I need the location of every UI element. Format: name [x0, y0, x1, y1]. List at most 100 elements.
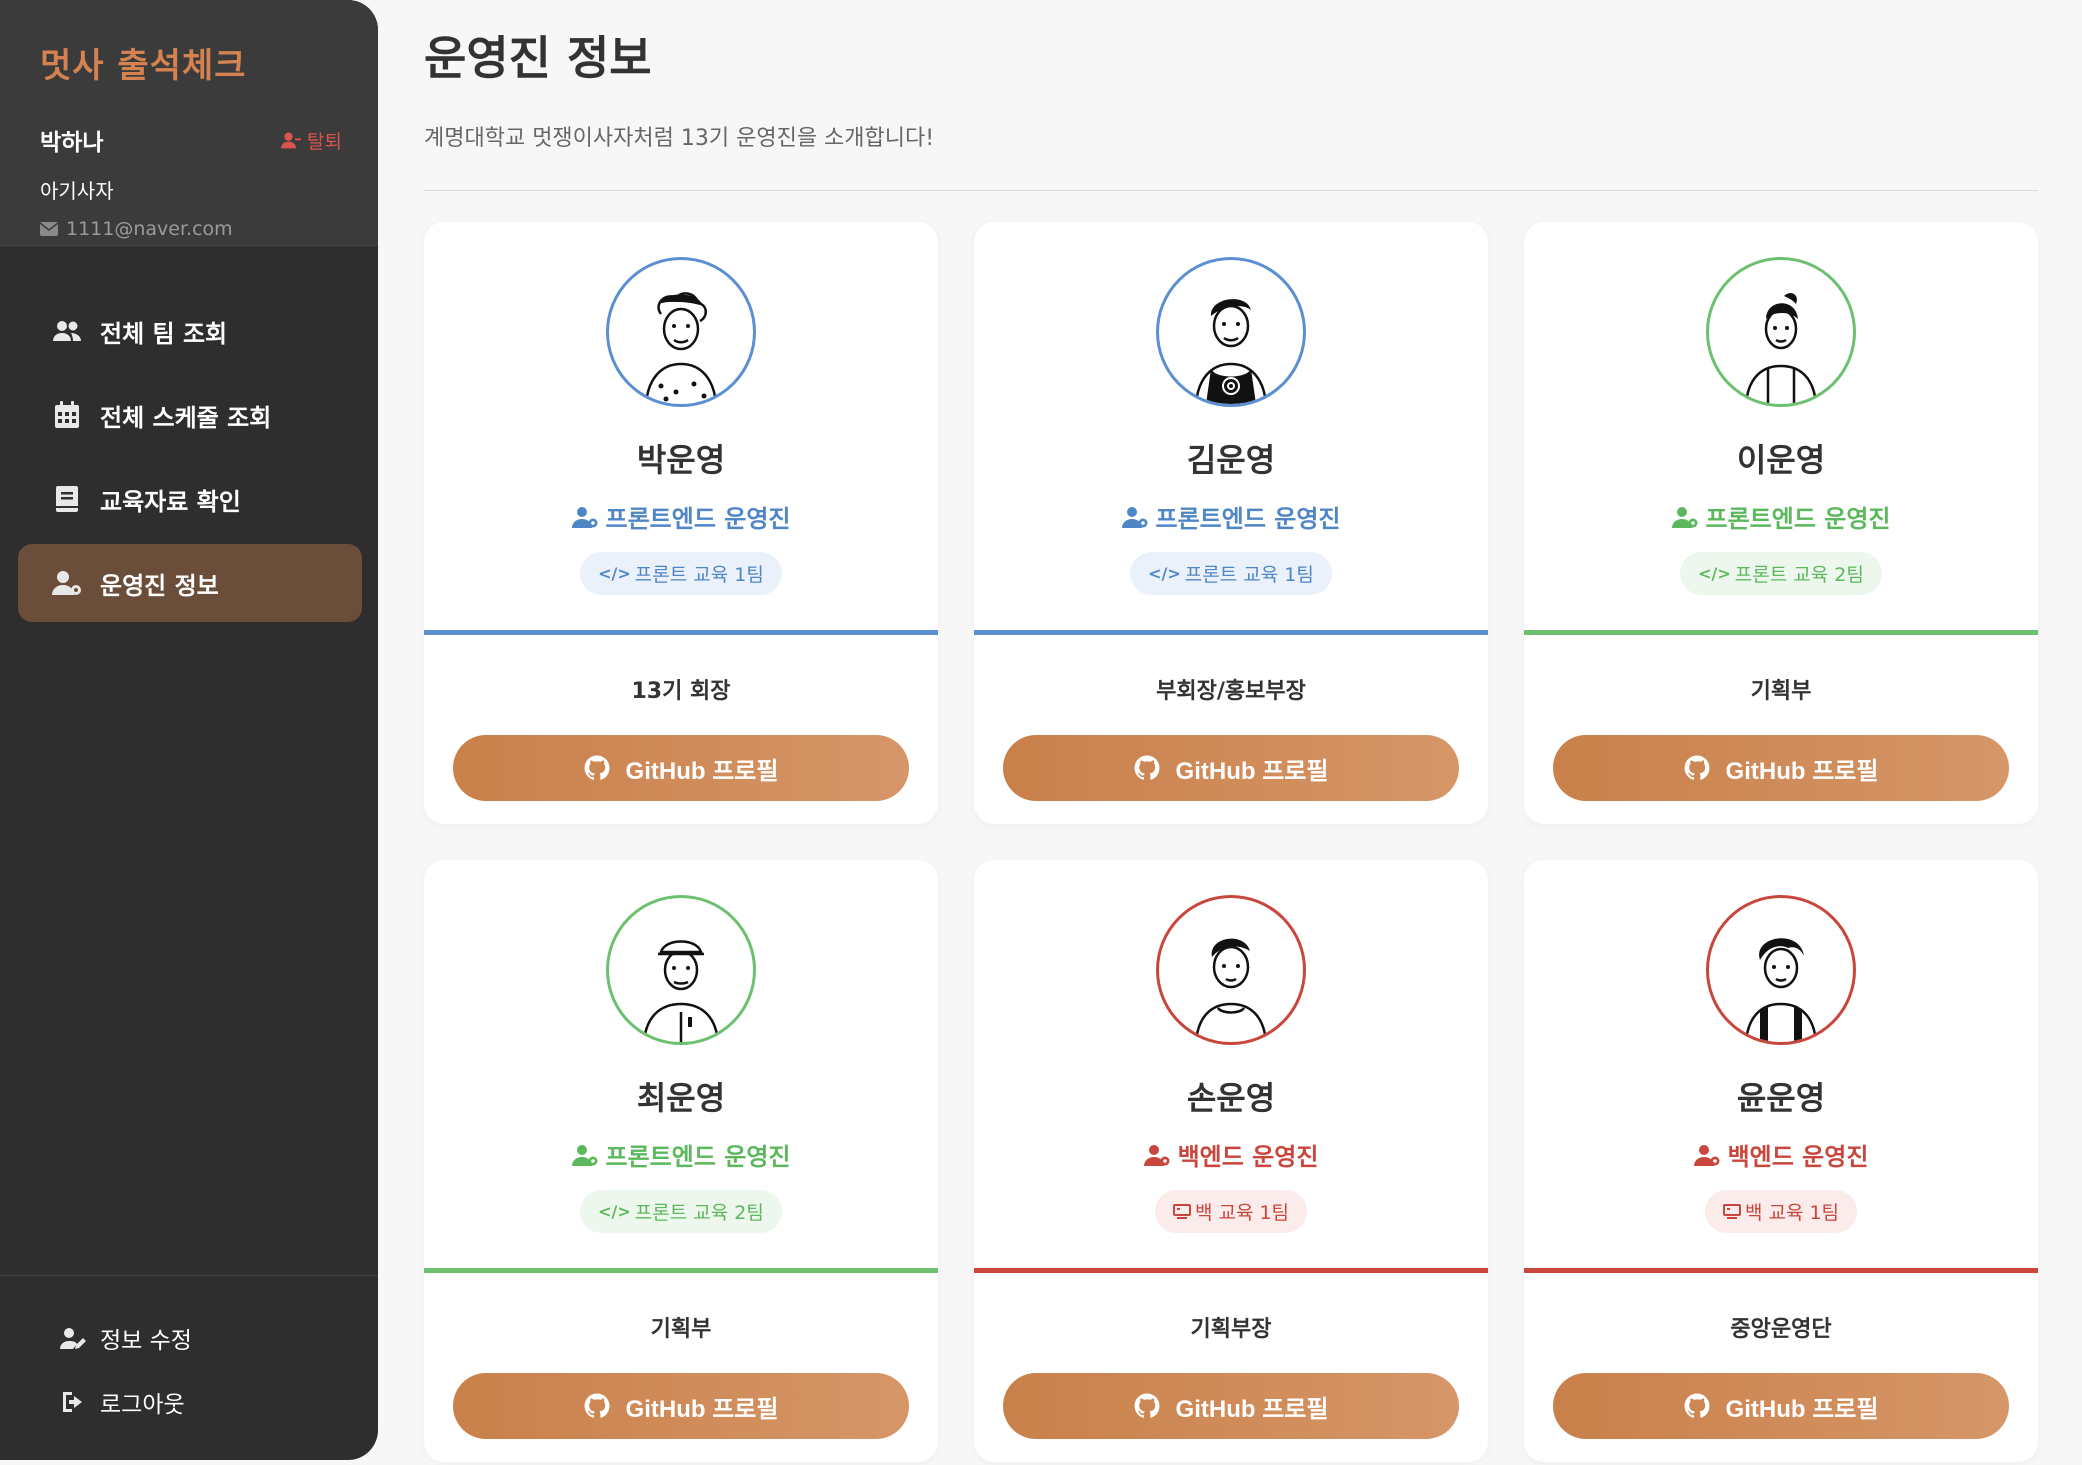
- avatar-illustration: [642, 940, 720, 1042]
- page-subtitle: 계명대학교 멋쟁이사자처럼 13기 운영진을 소개합니다!: [424, 126, 935, 151]
- github-profile-button[interactable]: GitHub 프로필: [1553, 735, 2009, 801]
- sidebar: 멋사 출석체크 박하나 탈퇴 아기사자 1111@naver.com 전체 팀 …: [0, 0, 378, 1460]
- github-icon: [584, 1393, 610, 1418]
- staff-position: 중앙운영단: [1730, 1317, 1832, 1342]
- sidebar-item-label: 전체 팀 조회: [100, 319, 228, 348]
- edit-profile-link[interactable]: 정보 수정: [60, 1306, 378, 1370]
- staff-card: 이운영 프론트엔드 운영진 </> 프론트 교육 2팀 기획부 GitHub 프…: [1524, 222, 2038, 824]
- logout-label: 로그아웃: [100, 1392, 185, 1418]
- user-gear-icon: [1671, 506, 1697, 528]
- staff-role: 프론트엔드 운영진: [571, 499, 791, 534]
- staff-role: 백엔드 운영진: [1143, 1137, 1318, 1172]
- team-badge: </> 프론트 교육 2팀: [580, 1190, 782, 1233]
- withdraw-button[interactable]: 탈퇴: [281, 127, 342, 154]
- github-profile-button[interactable]: GitHub 프로필: [453, 735, 909, 801]
- github-icon: [1684, 755, 1710, 780]
- sidebar-item-label: 전체 스케줄 조회: [100, 403, 272, 432]
- user-email: 1111@naver.com: [40, 218, 342, 240]
- staff-position: 13기 회장: [631, 679, 731, 704]
- user-edit-icon: [60, 1328, 86, 1349]
- staff-name: 김운영: [1186, 441, 1276, 479]
- user-email-text: 1111@naver.com: [66, 218, 233, 240]
- avatar-illustration: [1194, 938, 1268, 1042]
- staff-card: 박운영 프론트엔드 운영진 </> 프론트 교육 1팀 13기 회장 GitHu…: [424, 222, 938, 824]
- code-icon: </>: [1148, 564, 1181, 583]
- staff-role: 프론트엔드 운영진: [1671, 499, 1891, 534]
- team-badge-label: 프론트 교육 1팀: [1184, 564, 1314, 586]
- user-gear-icon: [571, 1144, 597, 1166]
- github-button-label: GitHub 프로필: [1725, 1395, 1879, 1423]
- withdraw-label: 탈퇴: [307, 130, 342, 153]
- server-icon: [1722, 1203, 1741, 1219]
- staff-role-label: 백엔드 운영진: [1727, 1143, 1869, 1171]
- sidebar-item-staff[interactable]: 운영진 정보: [18, 544, 362, 622]
- card-separator: [1524, 1268, 2038, 1273]
- card-separator: [974, 1268, 1488, 1273]
- github-profile-button[interactable]: GitHub 프로필: [1553, 1373, 2009, 1439]
- staff-grid: 박운영 프론트엔드 운영진 </> 프론트 교육 1팀 13기 회장 GitHu…: [424, 222, 2038, 1462]
- github-icon: [1134, 755, 1160, 780]
- avatar: [606, 257, 756, 407]
- code-icon: </>: [598, 1202, 631, 1221]
- staff-role: 백엔드 운영진: [1693, 1137, 1869, 1172]
- github-icon: [1134, 1393, 1160, 1418]
- github-profile-button[interactable]: GitHub 프로필: [1003, 735, 1459, 801]
- divider: [424, 190, 2038, 191]
- sidebar-item-schedule[interactable]: 전체 스케줄 조회: [18, 376, 362, 454]
- team-badge: </> 프론트 교육 2팀: [1680, 552, 1882, 595]
- staff-name: 손운영: [1186, 1079, 1276, 1117]
- sidebar-bottom: 정보 수정 로그아웃: [0, 1275, 378, 1460]
- card-separator: [424, 1268, 938, 1273]
- github-button-label: GitHub 프로필: [625, 1395, 779, 1423]
- logout-icon: [63, 1392, 82, 1412]
- avatar-illustration: [1194, 299, 1268, 404]
- team-badge: 백 교육 1팀: [1704, 1190, 1858, 1233]
- team-badge: 백 교육 1팀: [1154, 1190, 1308, 1233]
- app-title: 멋사 출석체크: [40, 46, 247, 86]
- github-button-label: GitHub 프로필: [1175, 757, 1329, 785]
- code-icon: </>: [1698, 564, 1731, 583]
- profile-panel: 멋사 출석체크 박하나 탈퇴 아기사자 1111@naver.com: [0, 0, 378, 246]
- users-icon: [53, 321, 81, 341]
- main-content: 운영진 정보 계명대학교 멋쟁이사자처럼 13기 운영진을 소개합니다! 박운영…: [424, 0, 2038, 1462]
- card-separator: [974, 630, 1488, 635]
- calendar-icon: [55, 401, 79, 428]
- avatar-illustration: [1744, 938, 1818, 1042]
- sidebar-item-materials[interactable]: 교육자료 확인: [18, 460, 362, 538]
- user-gear-icon: [571, 506, 597, 528]
- staff-position: 기획부: [1750, 679, 1812, 704]
- github-icon: [584, 755, 610, 780]
- logout-link[interactable]: 로그아웃: [60, 1370, 378, 1434]
- avatar-illustration: [1744, 293, 1818, 404]
- avatar: [1156, 257, 1306, 407]
- team-badge-label: 프론트 교육 2팀: [634, 1202, 764, 1224]
- card-separator: [1524, 630, 2038, 635]
- team-badge-label: 프론트 교육 1팀: [634, 564, 764, 586]
- sidebar-item-teams[interactable]: 전체 팀 조회: [18, 292, 362, 370]
- team-badge: </> 프론트 교육 1팀: [580, 552, 782, 595]
- avatar-illustration: [644, 292, 718, 404]
- code-icon: </>: [598, 564, 631, 583]
- envelope-icon: [40, 222, 58, 236]
- staff-position: 기획부장: [1190, 1317, 1272, 1342]
- github-button-label: GitHub 프로필: [1725, 757, 1879, 785]
- staff-role-label: 프론트엔드 운영진: [1705, 505, 1891, 533]
- staff-name: 박운영: [636, 441, 726, 479]
- staff-role: 프론트엔드 운영진: [1121, 499, 1341, 534]
- staff-position: 부회장/홍보부장: [1156, 679, 1306, 704]
- staff-position: 기획부: [650, 1317, 712, 1342]
- team-badge-label: 백 교육 1팀: [1194, 1202, 1290, 1224]
- github-profile-button[interactable]: GitHub 프로필: [1003, 1373, 1459, 1439]
- staff-card: 윤운영 백엔드 운영진 백 교육 1팀 중앙운영단 GitHub 프로필: [1524, 860, 2038, 1462]
- sidebar-item-label: 운영진 정보: [100, 571, 219, 600]
- edit-profile-label: 정보 수정: [100, 1328, 192, 1354]
- avatar: [1706, 895, 1856, 1045]
- staff-name: 최운영: [636, 1079, 726, 1117]
- github-profile-button[interactable]: GitHub 프로필: [453, 1373, 909, 1439]
- page-title: 운영진 정보: [424, 31, 652, 85]
- github-icon: [1684, 1393, 1710, 1418]
- staff-card: 김운영 프론트엔드 운영진 </> 프론트 교육 1팀 부회장/홍보부장 Git…: [974, 222, 1488, 824]
- team-badge-label: 백 교육 1팀: [1744, 1202, 1840, 1224]
- sidebar-nav: 전체 팀 조회 전체 스케줄 조회 교육자료 확인 운영진 정보: [0, 246, 378, 622]
- user-gear-icon: [1143, 1144, 1170, 1166]
